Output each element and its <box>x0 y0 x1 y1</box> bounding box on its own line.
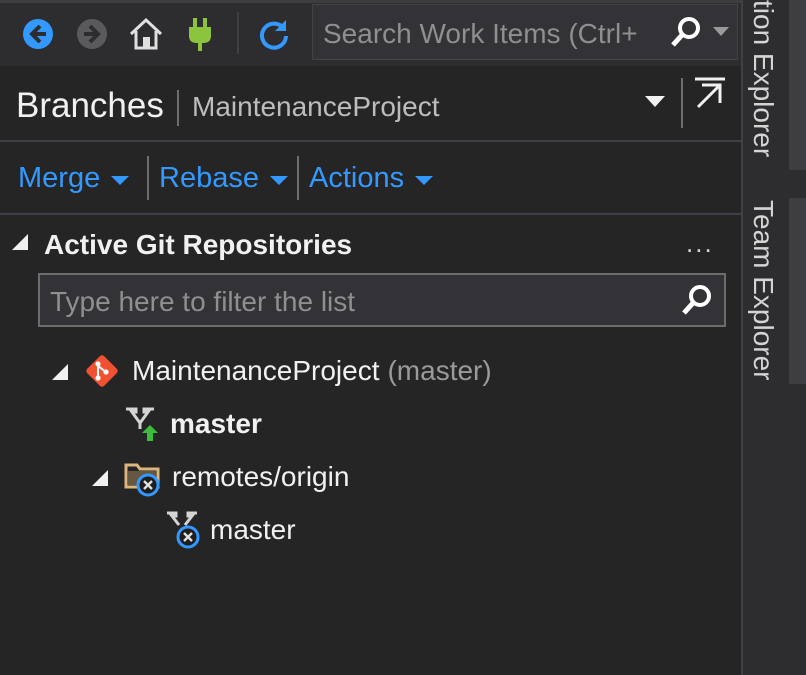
toolbar <box>0 0 741 66</box>
actions-separator <box>297 156 299 200</box>
merge-menu[interactable]: Merge <box>18 162 130 195</box>
forward-button[interactable] <box>74 14 110 54</box>
title-separator <box>177 90 179 126</box>
actions-bar: Merge Rebase Actions <box>0 142 741 214</box>
rebase-menu[interactable]: Rebase <box>159 162 288 195</box>
back-button[interactable] <box>20 14 56 54</box>
tab-indicator <box>789 198 806 384</box>
toolbar-separator <box>237 12 239 54</box>
page-title: Branches <box>16 86 164 125</box>
more-options-button[interactable]: ... <box>686 228 714 259</box>
remote-folder-node[interactable]: remotes/origin <box>124 458 350 497</box>
local-branch-name: master <box>170 408 262 439</box>
expand-repo-icon[interactable] <box>52 364 68 380</box>
search-dropdown-icon[interactable] <box>713 27 729 37</box>
back-icon <box>23 19 53 49</box>
repo-current-branch: (master) <box>387 355 492 386</box>
chevron-down-icon <box>415 176 434 185</box>
merge-label: Merge <box>18 162 101 194</box>
search-input[interactable] <box>321 13 655 55</box>
filter-search-icon[interactable] <box>680 283 714 317</box>
repo-node[interactable]: MaintenanceProject (master) <box>82 352 492 390</box>
rebase-label: Rebase <box>159 162 259 194</box>
local-branch-node[interactable]: master <box>122 405 262 443</box>
tab-indicator <box>789 0 806 170</box>
remote-branch-node[interactable]: master <box>164 511 296 549</box>
git-repo-icon <box>86 355 118 387</box>
section-title[interactable]: Active Git Repositories <box>44 229 352 261</box>
filter-box <box>38 273 726 327</box>
remote-branch-name: master <box>210 514 296 545</box>
connect-button[interactable] <box>182 14 218 54</box>
expand-remote-icon[interactable] <box>92 470 108 486</box>
tab-solution-explorer[interactable]: tion Explorer <box>747 0 779 157</box>
filter-input[interactable] <box>48 281 652 323</box>
chevron-down-icon <box>111 176 130 185</box>
repo-name: MaintenanceProject <box>132 355 380 386</box>
toolbar-top-border <box>0 0 741 3</box>
header-separator <box>681 78 683 128</box>
home-button[interactable] <box>128 14 164 54</box>
refresh-button[interactable] <box>256 14 292 54</box>
home-icon <box>129 17 163 50</box>
remote-folder-icon <box>124 463 160 497</box>
actions-separator <box>147 156 149 200</box>
project-name[interactable]: MaintenanceProject <box>192 91 439 123</box>
branch-published-icon <box>126 407 158 441</box>
connect-icon <box>189 18 211 51</box>
actions-menu[interactable]: Actions <box>309 162 434 195</box>
search-work-items <box>312 4 738 60</box>
forward-icon <box>77 19 107 49</box>
remote-folder-name: remotes/origin <box>172 461 350 492</box>
page-dropdown-icon[interactable] <box>640 90 670 114</box>
actions-label: Actions <box>309 162 405 194</box>
collapse-section-icon[interactable] <box>12 234 28 250</box>
search-icon[interactable] <box>669 15 703 49</box>
team-explorer-panel: Branches MaintenanceProject Merge Rebase… <box>0 0 741 675</box>
chevron-down-icon <box>269 176 288 185</box>
side-tab-bar: tion Explorer Team Explorer <box>741 0 806 675</box>
actions-rule <box>0 213 741 215</box>
page-header: Branches MaintenanceProject <box>0 66 741 140</box>
undock-icon[interactable] <box>692 76 728 112</box>
refresh-icon <box>260 20 288 50</box>
remote-branch-icon <box>167 511 200 549</box>
tab-team-explorer[interactable]: Team Explorer <box>747 200 779 381</box>
